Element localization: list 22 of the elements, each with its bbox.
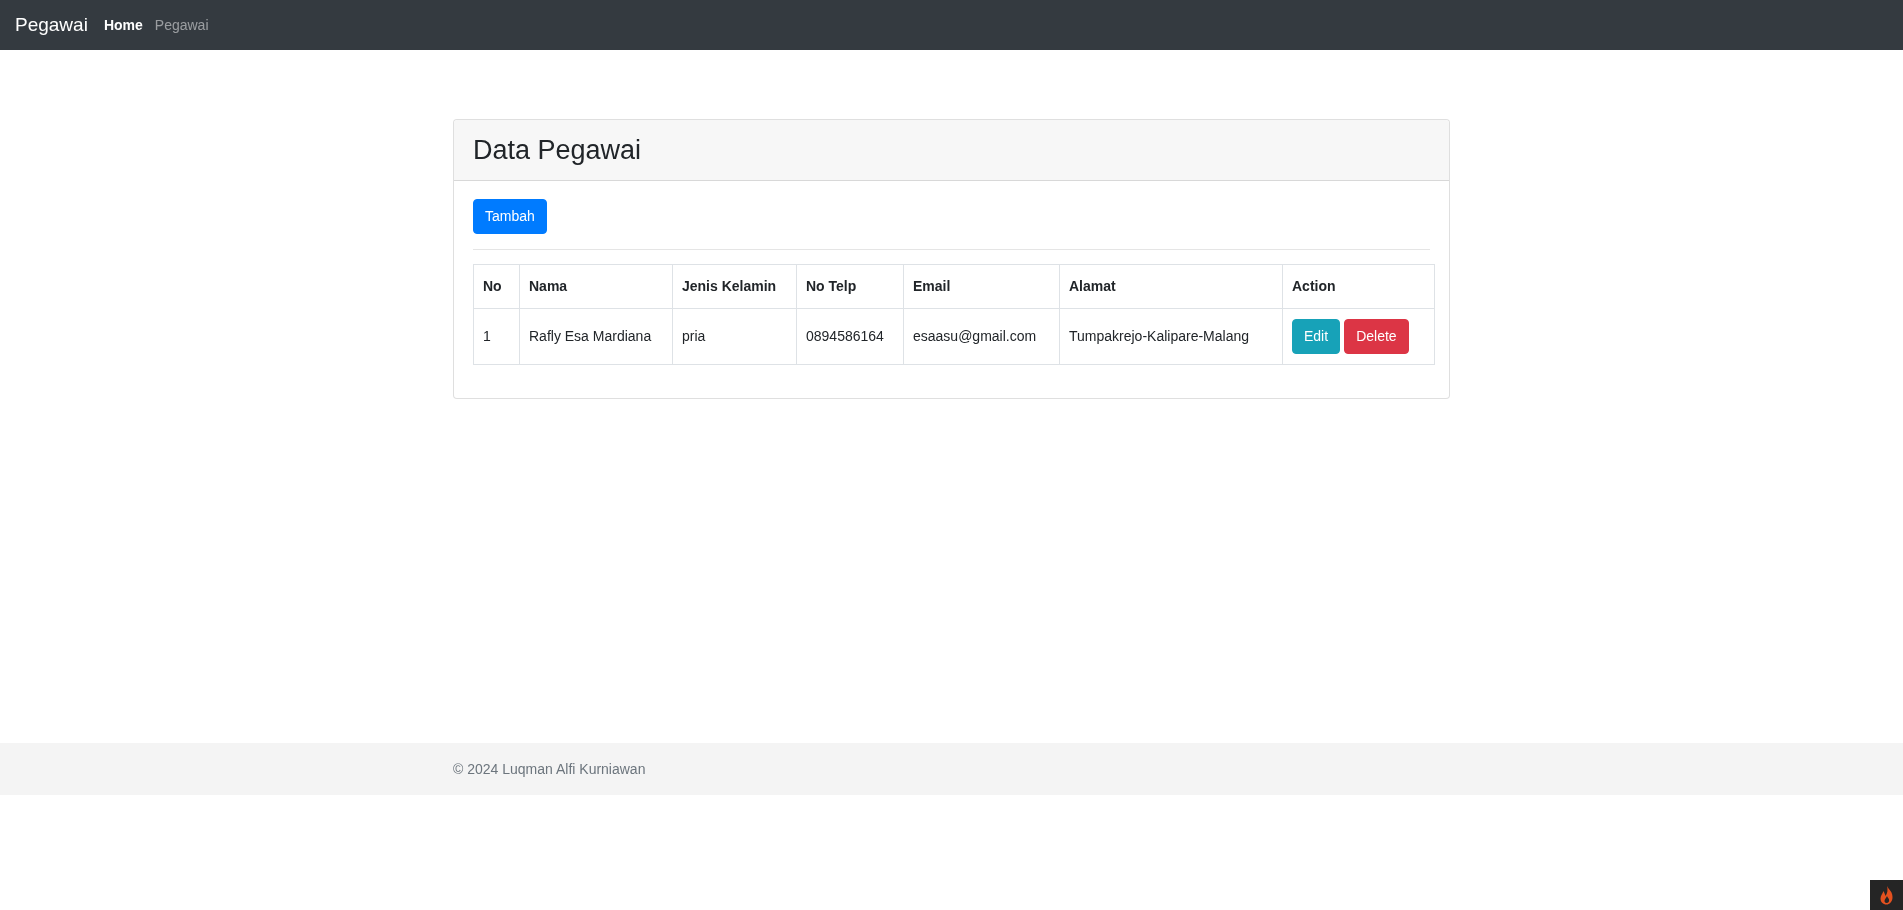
column-header: Alamat: [1059, 264, 1283, 309]
table-cell: Tumpakrejo-Kalipare-Malang: [1059, 308, 1283, 365]
nav-link[interactable]: Pegawai: [148, 17, 215, 33]
copyright-text: © 2024 Luqman Alfi Kurniawan: [453, 761, 646, 777]
nav-link[interactable]: Home: [97, 17, 149, 33]
card-title: Data Pegawai: [473, 134, 643, 167]
add-button[interactable]: Tambah: [473, 199, 547, 234]
column-header: No: [473, 264, 520, 309]
brand-link[interactable]: Pegawai: [15, 14, 88, 36]
table-cell: esaasu@gmail.com: [903, 308, 1060, 365]
table-cell: Rafly Esa Mardiana: [519, 308, 673, 365]
column-header: Email: [903, 264, 1060, 309]
column-header: Nama: [519, 264, 673, 309]
column-header: No Telp: [796, 264, 904, 309]
delete-button[interactable]: Delete: [1344, 319, 1409, 354]
edit-button[interactable]: Edit: [1292, 319, 1341, 354]
flame-icon[interactable]: [1870, 880, 1903, 910]
table-cell: 0894586164: [796, 308, 904, 365]
column-header: Jenis Kelamin: [672, 264, 797, 309]
column-header: Action: [1282, 264, 1435, 309]
table-cell: pria: [672, 308, 797, 365]
table-cell: 1: [473, 308, 520, 365]
